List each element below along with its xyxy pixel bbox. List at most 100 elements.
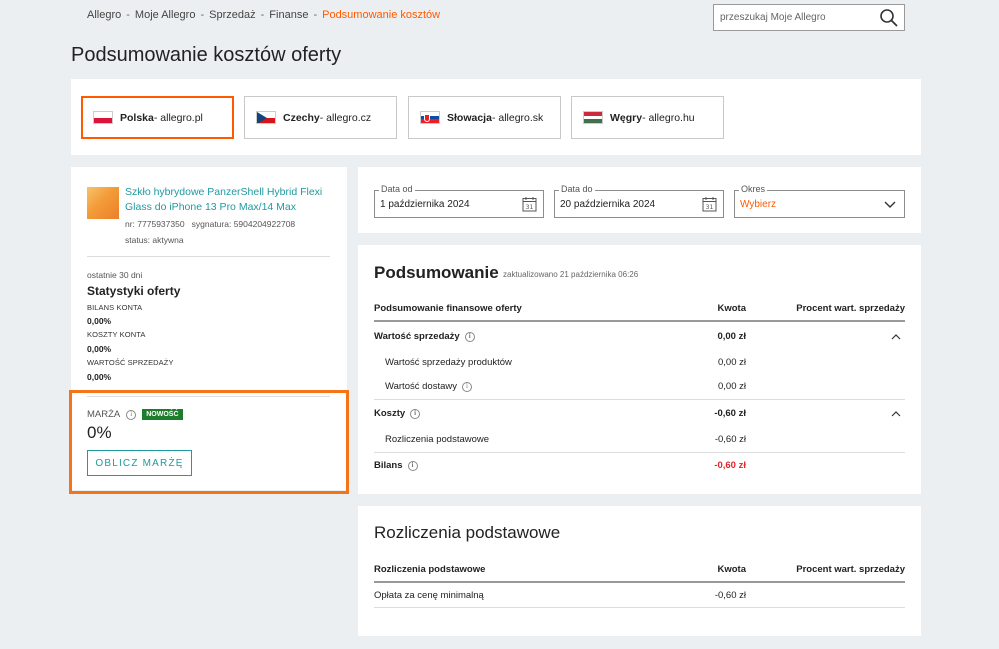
breadcrumb-separator: -: [260, 9, 265, 21]
summary-row-sales[interactable]: Wartość sprzedaży i: [374, 331, 475, 342]
info-icon[interactable]: i: [126, 409, 137, 420]
date-to-label: Data do: [559, 184, 595, 194]
breadcrumb-moje-allegro[interactable]: Moje Allegro: [135, 9, 196, 21]
divider: [87, 256, 330, 257]
breadcrumb-allegro[interactable]: Allegro: [87, 9, 121, 21]
chevron-down-icon: [884, 201, 896, 208]
summary-row-value: -0,60 zł: [714, 408, 746, 419]
search-box: [713, 4, 905, 31]
breadcrumb-finanse[interactable]: Finanse: [269, 9, 308, 21]
date-from-field[interactable]: Data od 1 października 2024 31: [374, 184, 544, 218]
summary-updated: zaktualizowano 21 października 06:26: [503, 270, 639, 279]
date-from-value: 1 października 2024: [380, 199, 470, 210]
info-icon[interactable]: i: [410, 408, 421, 419]
summary-row-label: Wartość dostawy: [385, 381, 457, 392]
stat-value-bilans: 0,00%: [87, 316, 112, 326]
summary-row-products: Wartość sprzedaży produktów: [385, 357, 512, 368]
chevron-up-icon[interactable]: [891, 410, 901, 417]
summary-row-label: Koszty: [374, 408, 406, 419]
summary-row-value: 0,00 zł: [717, 331, 746, 342]
search-input[interactable]: [714, 5, 874, 30]
stats-title: Statystyki oferty: [87, 284, 181, 298]
settlements-header-name: Rozliczenia podstawowe: [374, 564, 486, 575]
market-domain: - allegro.hu: [642, 111, 695, 124]
margin-label: MARŻA: [87, 409, 121, 420]
product-thumbnail[interactable]: [87, 187, 119, 219]
market-button-wegry[interactable]: Węgry - allegro.hu: [571, 96, 724, 139]
breadcrumb-separator: -: [313, 9, 318, 21]
stat-label-koszty: KOSZTY KONTA: [87, 330, 146, 339]
margin-value: 0%: [87, 423, 112, 442]
market-button-polska[interactable]: Polska - allegro.pl: [81, 96, 234, 139]
date-to-field[interactable]: Data do 20 października 2024 31: [554, 184, 724, 218]
market-country: Czechy: [283, 111, 320, 124]
info-icon[interactable]: i: [461, 381, 472, 392]
breadcrumb: Allegro - Moje Allegro - Sprzedaż - Finanse - Po…: [87, 9, 440, 21]
breadcrumb-separator: -: [126, 9, 130, 21]
market-domain: - allegro.sk: [491, 111, 544, 124]
summary-row-value: 0,00 zł: [718, 357, 746, 368]
header-divider: [374, 581, 905, 583]
settlements-header-percent: Procent wart. sprzedaży: [796, 564, 905, 575]
calendar-icon[interactable]: 31: [522, 196, 537, 212]
page-title: Podsumowanie kosztów oferty: [71, 44, 342, 66]
breadcrumb-separator: -: [200, 9, 205, 21]
row-divider: [374, 452, 905, 453]
settlement-row-label: Opłata za cenę minimalną: [374, 590, 484, 601]
settlement-row: Opłata za cenę minimalną: [374, 590, 484, 601]
date-from-label: Data od: [379, 184, 415, 194]
product-title-link[interactable]: Szkło hybrydowe PanzerShell Hybrid Flexi…: [125, 185, 325, 215]
svg-text:31: 31: [706, 204, 714, 211]
row-divider: [374, 607, 905, 608]
summary-row-label: Wartość sprzedaży: [374, 331, 460, 342]
summary-row-costs[interactable]: Koszty i: [374, 408, 421, 419]
market-button-czechy[interactable]: Czechy - allegro.cz: [244, 96, 397, 139]
summary-row-label: Wartość sprzedaży produktów: [385, 357, 512, 368]
info-icon[interactable]: i: [407, 460, 418, 471]
new-badge: NOWOŚĆ: [141, 408, 184, 421]
market-button-slowacja[interactable]: Słowacja - allegro.sk: [408, 96, 561, 139]
info-icon[interactable]: i: [464, 331, 475, 342]
header-divider: [374, 320, 905, 322]
summary-row-delivery: Wartość dostawy i: [385, 381, 472, 392]
period-value: Wybierz: [740, 199, 777, 210]
market-country: Węgry: [610, 111, 643, 124]
summary-title: Podsumowanie: [374, 263, 499, 282]
period-label: Okres: [739, 184, 768, 194]
summary-header-percent: Procent wart. sprzedaży: [796, 303, 905, 314]
settlements-header-amount: Kwota: [717, 564, 747, 575]
stat-label-bilans: BILANS KONTA: [87, 303, 143, 312]
product-status: status: aktywna: [125, 235, 184, 245]
market-domain: - allegro.cz: [319, 111, 372, 124]
market-domain: - allegro.pl: [153, 111, 203, 124]
slovakia-flag-icon: [420, 111, 440, 124]
market-country: Słowacja: [447, 111, 492, 124]
poland-flag-icon: [93, 111, 113, 124]
period-select[interactable]: Okres Wybierz: [734, 184, 905, 218]
chevron-up-icon[interactable]: [891, 333, 901, 340]
summary-row-value: 0,00 zł: [718, 381, 746, 392]
summary-row-value: -0,60 zł: [714, 434, 746, 445]
summary-row-balance: Bilans i: [374, 460, 418, 471]
margin-header: MARŻA i NOWOŚĆ: [87, 408, 184, 421]
stat-value-wartosc: 0,00%: [87, 372, 112, 382]
settlement-row-value: -0,60 zł: [714, 590, 746, 601]
hungary-flag-icon: [583, 111, 603, 124]
calculate-margin-button[interactable]: OBLICZ MARŻĘ: [87, 450, 192, 476]
row-divider: [374, 399, 905, 400]
summary-row-value: -0,60 zł: [714, 460, 746, 471]
search-icon[interactable]: [879, 8, 899, 28]
calendar-icon[interactable]: 31: [702, 196, 717, 212]
czech-flag-icon: [256, 111, 276, 124]
summary-header-name: Podsumowanie finansowe oferty: [374, 303, 522, 314]
settlements-title: Rozliczenia podstawowe: [374, 523, 561, 542]
market-country: Polska: [120, 111, 154, 124]
product-meta: nr: 7775937350 sygnatura: 5904204922708: [125, 219, 296, 229]
breadcrumb-current: Podsumowanie kosztów: [322, 9, 441, 21]
date-to-value: 20 października 2024: [560, 199, 656, 210]
summary-row-label: Bilans: [374, 460, 403, 471]
breadcrumb-sprzedaz[interactable]: Sprzedaż: [209, 9, 255, 21]
stat-value-koszty: 0,00%: [87, 344, 112, 354]
summary-row-label: Rozliczenia podstawowe: [385, 434, 490, 445]
stat-label-wartosc: WARTOŚĆ SPRZEDAŻY: [87, 358, 174, 367]
